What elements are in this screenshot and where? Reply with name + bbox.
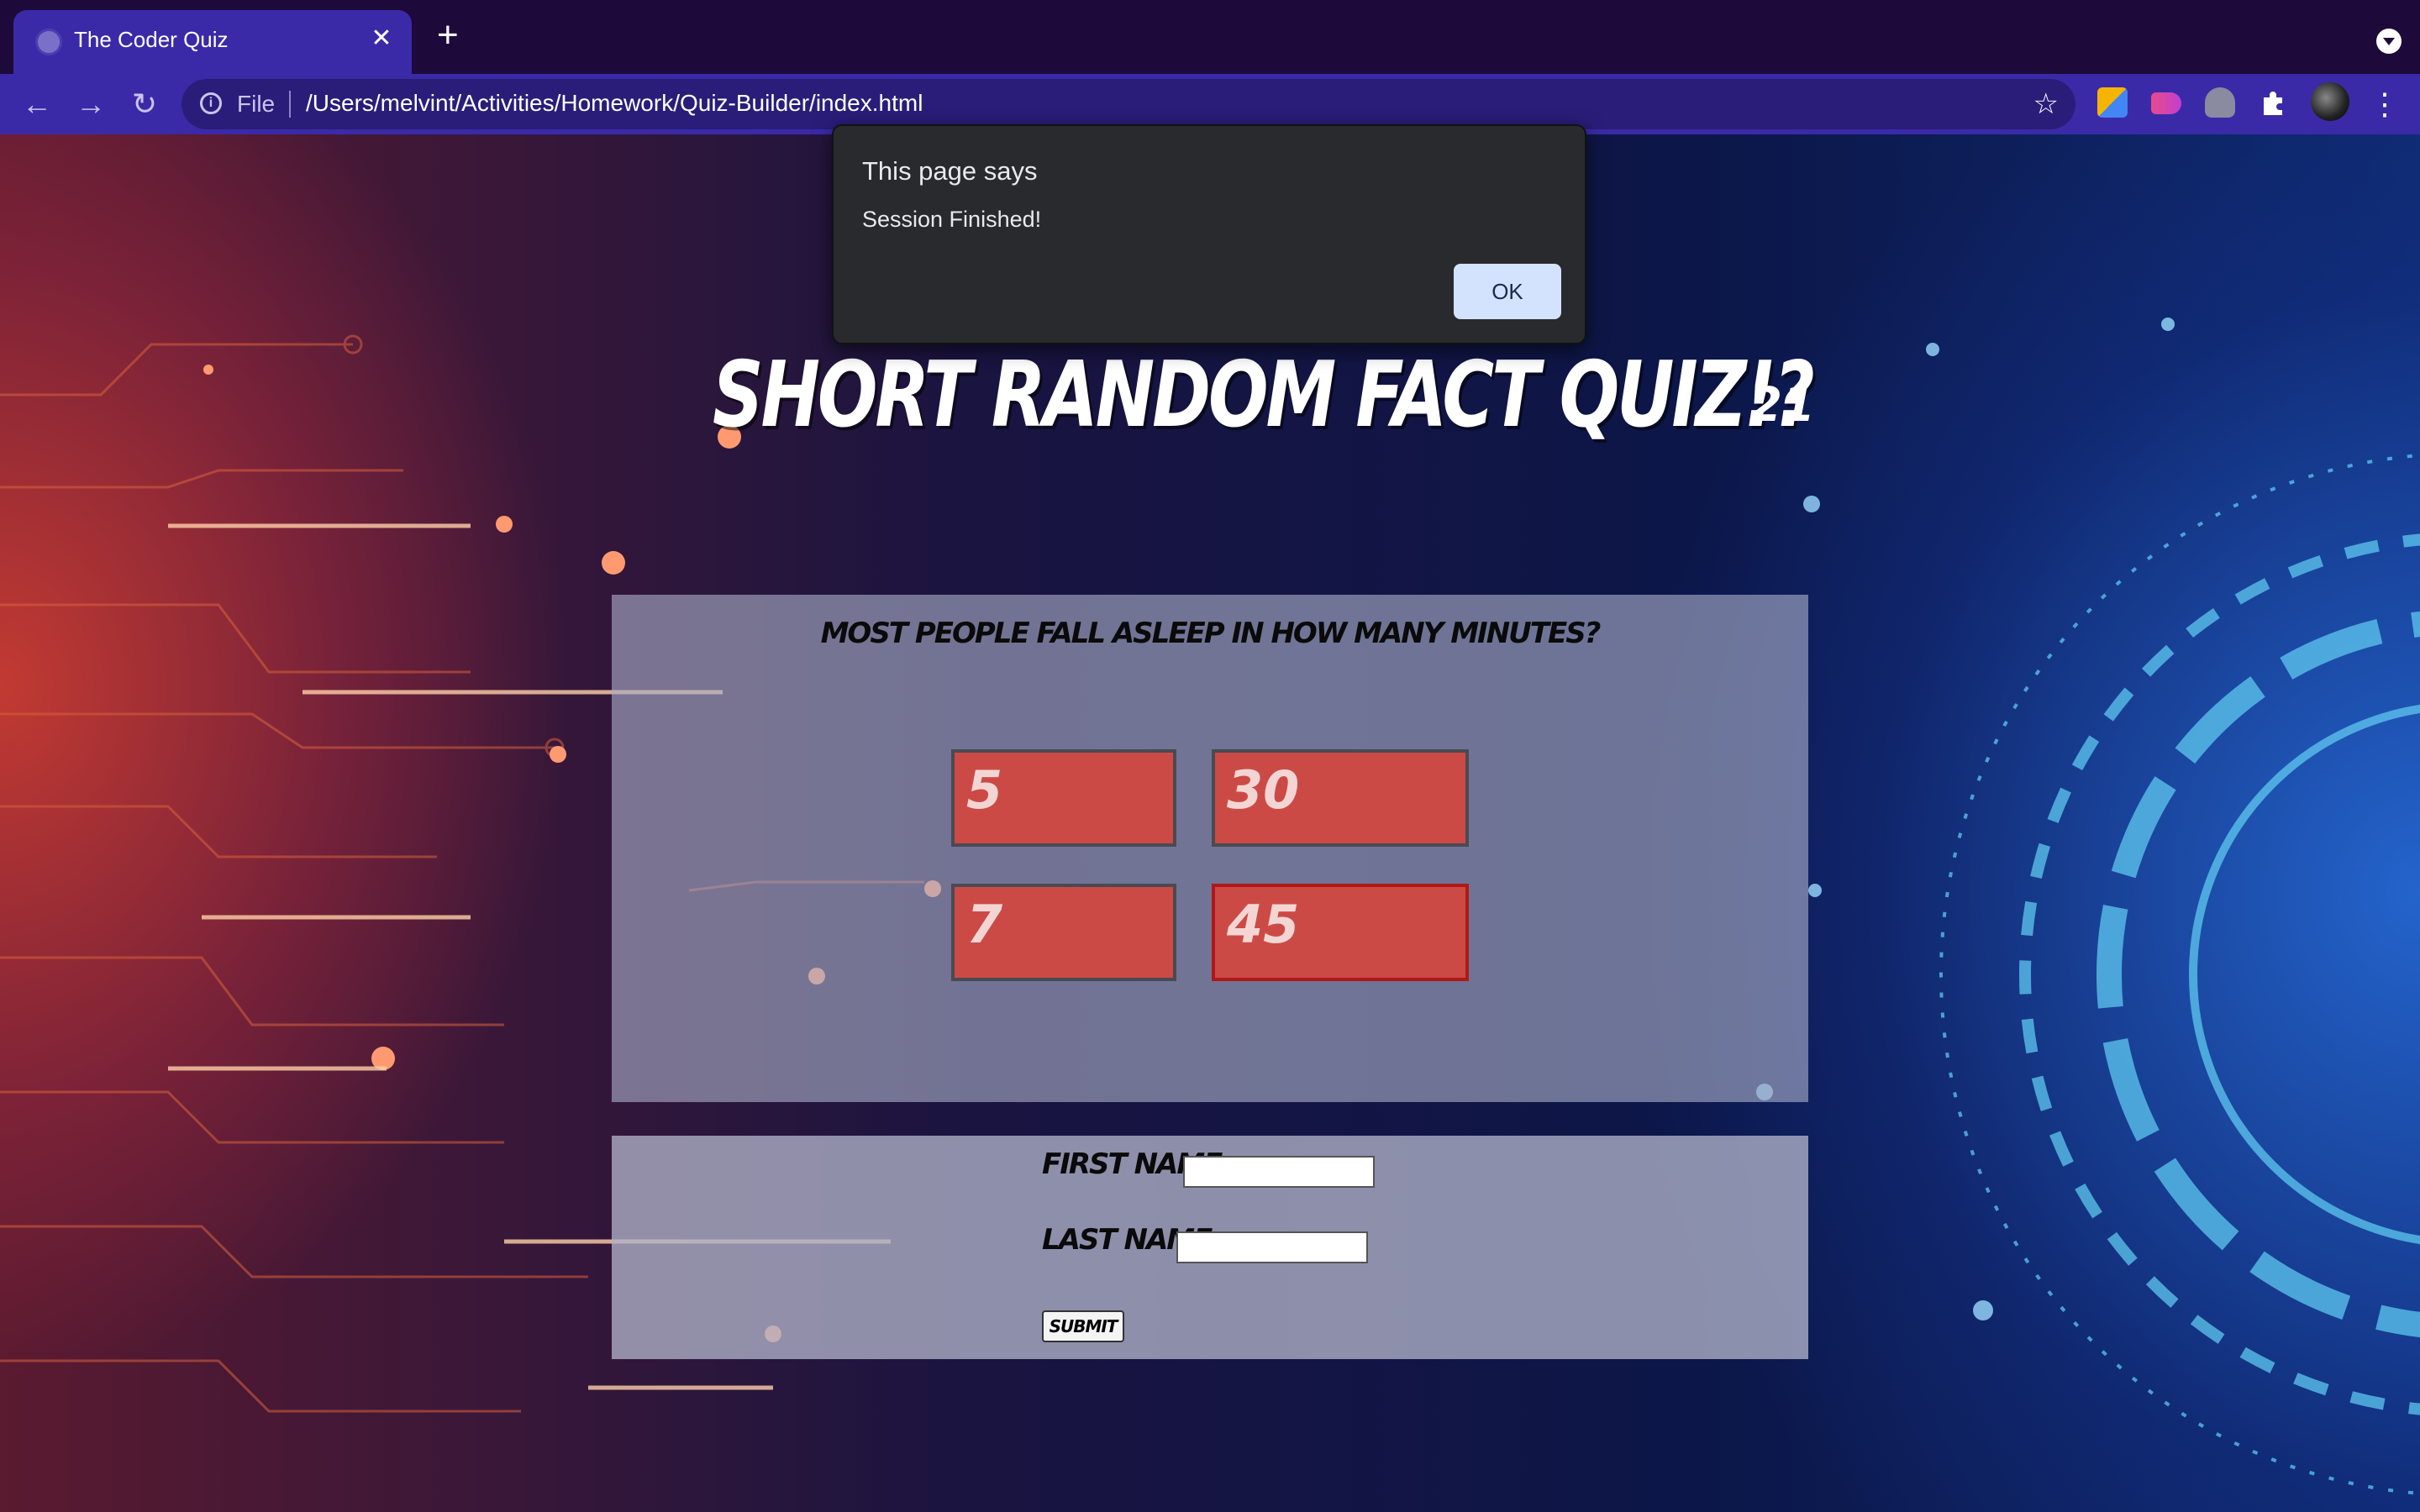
alert-title: This page says: [862, 156, 1038, 186]
alert-message: Session Finished!: [862, 207, 1042, 232]
info-icon[interactable]: i: [200, 92, 222, 114]
answer-label: 5: [966, 759, 1003, 821]
url-scheme: File: [237, 91, 276, 117]
tab-title: The Coder Quiz: [74, 27, 229, 52]
countdown-timer: 21: [1749, 378, 1815, 433]
tab-close-icon[interactable]: ✕: [366, 24, 397, 53]
answer-label: 45: [1227, 894, 1300, 955]
address-bar[interactable]: i File /Users/melvint/Activities/Homewor…: [182, 79, 2075, 129]
browser-menu-icon[interactable]: ⋮: [2366, 86, 2403, 123]
question-card: Most people fall asleep in how many minu…: [612, 595, 1808, 1102]
score-form: First Name: Last Name: Submit: [612, 1136, 1808, 1359]
answer-label: 30: [1227, 759, 1300, 821]
question-text: Most people fall asleep in how many minu…: [820, 617, 1602, 650]
new-tab-button[interactable]: +: [437, 17, 459, 54]
browser-tab[interactable]: The Coder Quiz ✕: [13, 10, 412, 74]
colorpicker-icon[interactable]: [2097, 87, 2128, 118]
answer-button-2[interactable]: 30: [1212, 749, 1469, 847]
answer-button-4[interactable]: 45: [1212, 884, 1469, 981]
forward-button[interactable]: →: [72, 86, 109, 123]
alert-dialog: This page says Session Finished! OK: [832, 124, 1586, 344]
back-button[interactable]: ←: [18, 86, 55, 123]
tab-search-icon[interactable]: [2376, 29, 2402, 54]
url-divider: [289, 91, 291, 118]
reload-button[interactable]: ↻: [126, 86, 163, 123]
profile-avatar[interactable]: [2311, 82, 2349, 121]
answer-button-3[interactable]: 7: [951, 884, 1176, 981]
globe-icon: [35, 29, 62, 55]
tab-strip: The Coder Quiz ✕ +: [0, 0, 2420, 74]
video-icon[interactable]: [2151, 92, 2181, 114]
fox-icon[interactable]: [2205, 87, 2235, 118]
answer-button-1[interactable]: 5: [951, 749, 1176, 847]
first-name-input[interactable]: [1183, 1156, 1375, 1188]
bookmark-star-icon[interactable]: ☆: [2033, 87, 2059, 121]
ok-button[interactable]: OK: [1454, 264, 1561, 319]
url-text[interactable]: /Users/melvint/Activities/Homework/Quiz-…: [306, 90, 923, 117]
last-name-input[interactable]: [1176, 1231, 1368, 1263]
quiz-title: Short Random Fact Quiz!?: [713, 343, 1815, 448]
submit-button[interactable]: Submit: [1042, 1310, 1124, 1342]
puzzle-icon[interactable]: [2259, 87, 2289, 118]
answer-label: 7: [966, 894, 1003, 955]
